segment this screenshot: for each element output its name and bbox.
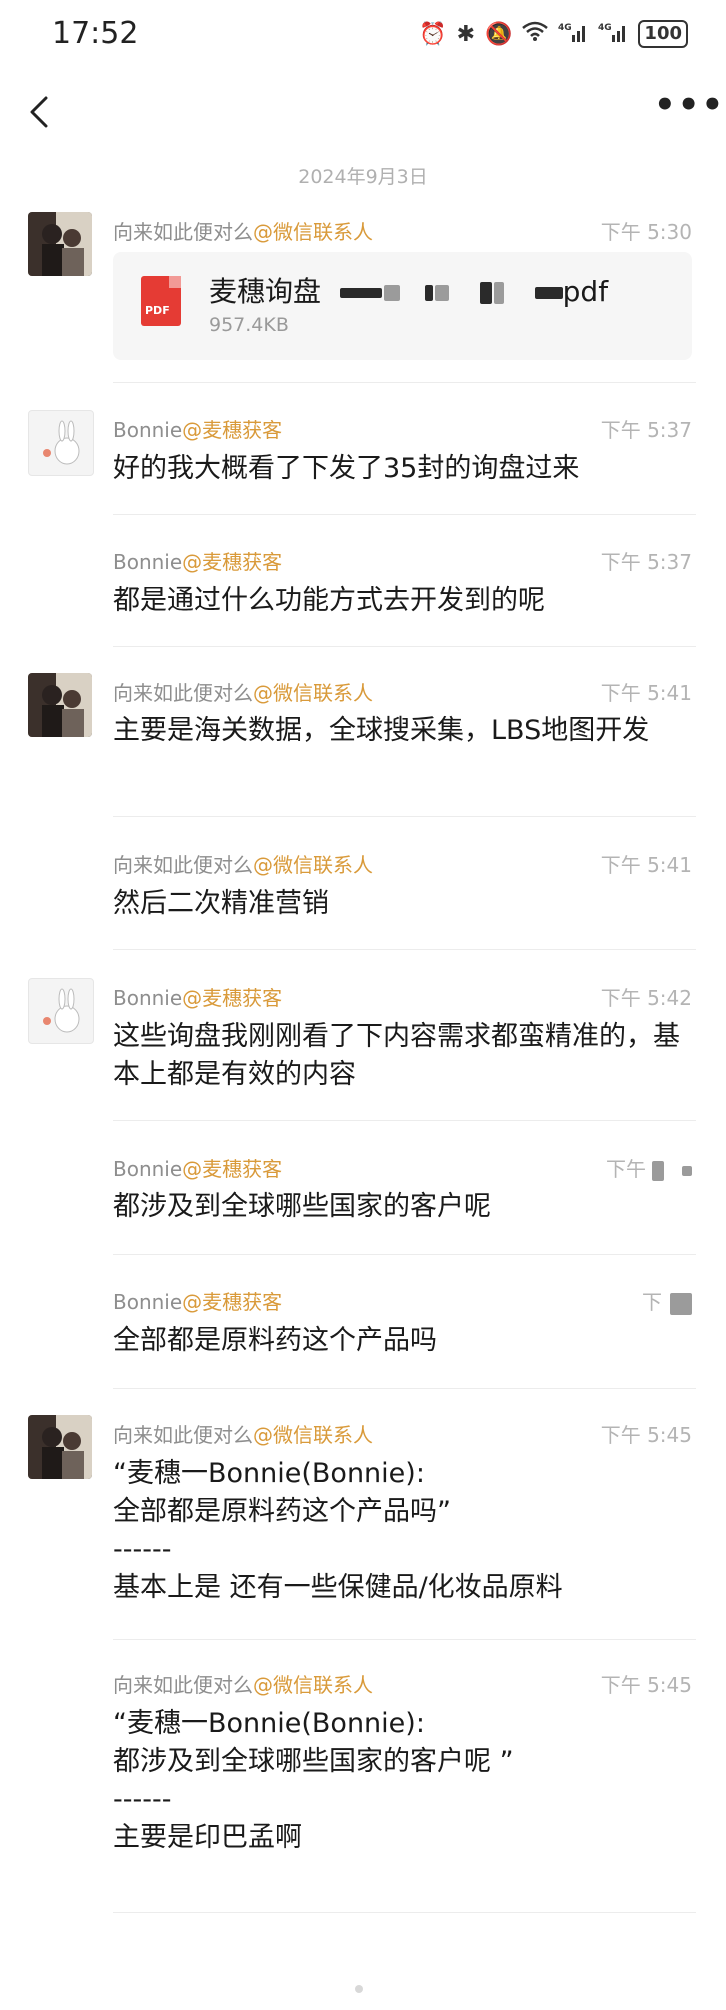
message-text: 这些询盘我刚刚看了下内容需求都蛮精准的，基本上都是有效的内容 [113, 1021, 680, 1090]
reply-text: 主要是印巴孟啊 [113, 1822, 302, 1853]
signal-4g-icon: 4G [598, 21, 628, 47]
divider [113, 382, 696, 383]
alarm-icon: ⏰ [419, 21, 447, 47]
page-indicator [355, 1985, 363, 1993]
chevron-left-icon[interactable] [22, 92, 62, 132]
sender-name: 向来如此便对么@微信联系人 [113, 681, 373, 705]
redaction-mark [479, 282, 492, 304]
message-text: 都是通过什么功能方式去开发到的呢 [113, 585, 545, 616]
bluetooth-icon: ✱ [456, 21, 476, 47]
date-divider: 2024年9月3日 [298, 166, 428, 188]
divider [113, 1639, 696, 1640]
message-time: 下午 5:42 [600, 986, 692, 1010]
wifi-icon [522, 21, 549, 47]
message-time: 下午 5:37 [600, 550, 692, 574]
divider [113, 949, 696, 950]
sender-name: Bonnie@麦穗获客 [113, 986, 283, 1010]
avatar[interactable] [28, 978, 94, 1044]
svg-text:4G: 4G [598, 23, 612, 33]
avatar[interactable] [28, 673, 92, 737]
redaction-mark [670, 1292, 692, 1315]
message-text: 都涉及到全球哪些国家的客户呢 [113, 1191, 491, 1222]
divider [113, 1912, 696, 1913]
redaction-mark [652, 1160, 664, 1181]
status-time: 17:52 [52, 16, 139, 51]
message-text: 全部都是原料药这个产品吗 [113, 1325, 437, 1356]
quote-line: “麦穗一Bonnie(Bonnie): [113, 1708, 425, 1739]
quote-line: 都涉及到全球哪些国家的客户呢 ” [113, 1746, 514, 1777]
sender-name: Bonnie@麦穗获客 [113, 1157, 283, 1181]
file-name: 麦穗询盘 pdf [209, 275, 609, 308]
divider [113, 514, 696, 515]
message-text: 主要是海关数据，全球搜采集，LBS地图开发 [113, 715, 650, 746]
redaction-mark [534, 287, 563, 299]
message-text: “麦穗一Bonnie(Bonnie): 全部都是原料药这个产品吗” ------… [113, 1455, 696, 1607]
nav-bar: ••• [0, 80, 726, 150]
quote-line: “麦穗一Bonnie(Bonnie): [113, 1458, 425, 1489]
pdf-file-icon: PDF [141, 276, 181, 326]
sender-name: Bonnie@麦穗获客 [113, 1290, 283, 1314]
status-bar: 17:52 ⏰ ✱ 🔕 4G 4G 100 [0, 0, 726, 70]
reply-text: 基本上是 还有一些保健品/化妆品原料 [113, 1572, 563, 1603]
redaction-mark [383, 285, 400, 301]
quote-divider: ------ [113, 1784, 172, 1815]
redaction-mark [424, 285, 433, 301]
divider [113, 1388, 696, 1389]
message-time: 下午 5:41 [600, 853, 692, 877]
divider [113, 1120, 696, 1121]
avatar[interactable] [28, 212, 92, 276]
redaction-mark [434, 285, 449, 301]
divider [113, 646, 696, 647]
more-icon[interactable]: ••• [654, 88, 723, 130]
avatar[interactable] [28, 410, 94, 476]
message-text: “麦穗一Bonnie(Bonnie): 都涉及到全球哪些国家的客户呢 ” ---… [113, 1705, 696, 1857]
avatar[interactable] [28, 1415, 92, 1479]
status-icons: ⏰ ✱ 🔕 4G 4G 100 [419, 20, 688, 48]
redaction-mark [339, 288, 382, 298]
file-size: 957.4KB [209, 314, 289, 336]
redaction-mark [493, 282, 504, 304]
message-time: 下午 5:30 [600, 220, 692, 244]
message-text: 然后二次精准营销 [113, 888, 329, 919]
message-time: 下午 5:45 [600, 1423, 692, 1447]
sender-name: Bonnie@麦穗获客 [113, 418, 283, 442]
message-time: 下午 5:45 [600, 1673, 692, 1697]
battery-indicator: 100 [638, 20, 688, 48]
sender-name: 向来如此便对么@微信联系人 [113, 220, 373, 244]
message-text: 好的我大概看了下发了35封的询盘过来 [113, 453, 580, 484]
message-time: 下午 [606, 1153, 692, 1182]
sender-name: 向来如此便对么@微信联系人 [113, 1673, 373, 1697]
divider [113, 1254, 696, 1255]
redaction-mark [682, 1165, 692, 1176]
message-time: 下午 5:41 [600, 681, 692, 705]
quote-divider: ------ [113, 1534, 172, 1565]
quote-line: 全部都是原料药这个产品吗” [113, 1496, 451, 1527]
file-attachment[interactable]: PDF 麦穗询盘 pdf 957.4KB [113, 252, 692, 360]
sender-name: 向来如此便对么@微信联系人 [113, 1423, 373, 1447]
message-time: 下午 5:37 [600, 418, 692, 442]
sender-name: 向来如此便对么@微信联系人 [113, 853, 373, 877]
message-time: 下 [642, 1286, 692, 1315]
svg-text:4G: 4G [558, 23, 572, 33]
signal-4g-icon: 4G [558, 21, 588, 47]
mute-icon: 🔕 [485, 21, 513, 47]
divider [113, 816, 696, 817]
sender-name: Bonnie@麦穗获客 [113, 550, 283, 574]
